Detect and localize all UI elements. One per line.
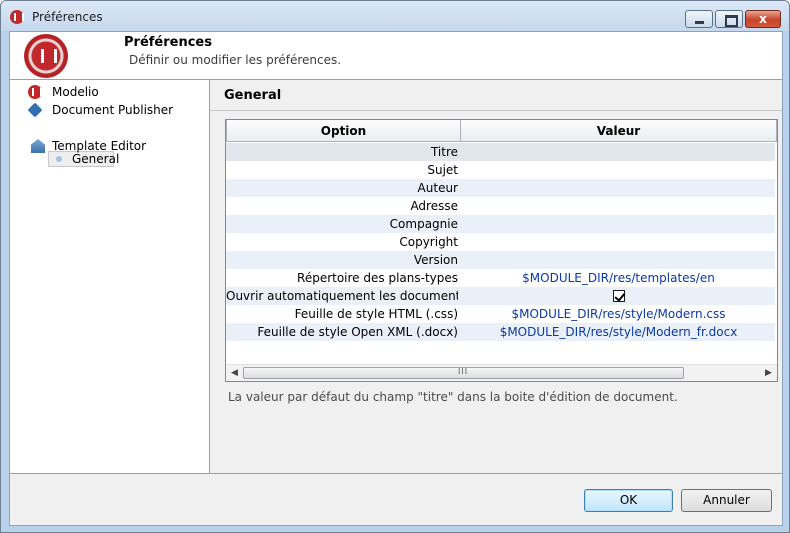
divider (10, 473, 782, 474)
table-row[interactable]: Ouvrir automatiquement les documents ... (226, 287, 775, 305)
value-cell[interactable]: $MODULE_DIR/res/templates/en (462, 269, 775, 287)
option-cell: Version (413, 253, 458, 267)
option-cell: Titre (430, 145, 458, 159)
grip-icon: III (458, 367, 469, 376)
column-header-value[interactable]: Valeur (461, 120, 777, 142)
maximize-button[interactable] (715, 10, 743, 28)
table-row[interactable]: Adresse (226, 197, 775, 215)
minimize-button[interactable] (685, 10, 713, 28)
dialog-client: Préférences Définir ou modifier les préf… (9, 31, 783, 526)
table-row[interactable]: Feuille de style HTML (.css) $MODULE_DIR… (226, 305, 775, 323)
table-row[interactable]: Compagnie (226, 215, 775, 233)
table-row[interactable]: Répertoire des plans-types $MODULE_DIR/r… (226, 269, 775, 287)
column-header-option[interactable]: Option (226, 120, 461, 142)
value-cell[interactable]: $MODULE_DIR/res/style/Modern_fr.docx (462, 323, 775, 341)
preferences-tree: Modelio Document Publisher General Templ… (10, 80, 210, 473)
field-description: La valeur par défaut du champ "titre" da… (228, 390, 678, 404)
table-row[interactable]: Auteur (226, 179, 775, 197)
page-title: General (224, 88, 282, 103)
option-cell: Feuille de style HTML (.css) (294, 307, 458, 321)
tree-item-label: Template Editor (52, 139, 147, 153)
window-title: Préférences (32, 10, 103, 24)
close-button[interactable]: x (745, 10, 781, 28)
option-cell: Sujet (427, 163, 458, 177)
banner-title: Préférences (124, 35, 212, 50)
scrollbar-thumb[interactable]: III (243, 367, 684, 379)
option-cell: Ouvrir automatiquement les documents ... (226, 289, 458, 303)
option-cell: Auteur (417, 181, 458, 195)
option-cell: Compagnie (389, 217, 458, 231)
modelio-logo-icon (24, 34, 68, 78)
banner-subtitle: Définir ou modifier les préférences. (129, 53, 342, 67)
header-banner: Préférences Définir ou modifier les préf… (10, 32, 782, 80)
tree-item-label: Modelio (52, 85, 99, 99)
ok-button[interactable]: OK (584, 489, 673, 512)
divider (210, 110, 782, 111)
title-bar[interactable]: Préférences x (1, 1, 789, 31)
table-row[interactable]: Version (226, 251, 775, 269)
table-row[interactable]: Feuille de style Open XML (.docx) $MODUL… (226, 323, 775, 341)
option-cell: Adresse (410, 199, 458, 213)
table-header: Option Valeur (226, 120, 777, 142)
table-row[interactable]: Copyright (226, 233, 775, 251)
options-table[interactable]: Option Valeur Titre Sujet Auteur Adresse (225, 119, 778, 382)
value-cell[interactable] (462, 287, 775, 305)
cancel-button[interactable]: Annuler (681, 489, 772, 512)
preferences-window: Préférences x Préférences Définir ou mod… (0, 0, 790, 533)
scroll-left-icon[interactable]: ◀ (231, 368, 238, 378)
scroll-right-icon[interactable]: ▶ (765, 368, 772, 378)
value-cell[interactable]: $MODULE_DIR/res/style/Modern.css (462, 305, 775, 323)
close-icon: x (759, 12, 767, 26)
option-cell: Répertoire des plans-types (297, 271, 458, 285)
option-cell: Feuille de style Open XML (.docx) (257, 325, 458, 339)
auto-open-checkbox[interactable] (612, 290, 625, 302)
template-editor-icon (31, 139, 45, 153)
table-row[interactable]: Titre (226, 143, 775, 161)
document-publisher-icon (27, 102, 43, 118)
modelio-icon (28, 85, 42, 99)
bullet-icon (56, 156, 62, 162)
option-cell: Copyright (399, 235, 458, 249)
tree-item-label: Document Publisher (52, 103, 174, 117)
modelio-app-icon (10, 10, 24, 24)
horizontal-scrollbar[interactable]: ◀ III ▶ (226, 364, 777, 381)
table-row[interactable]: Sujet (226, 161, 775, 179)
